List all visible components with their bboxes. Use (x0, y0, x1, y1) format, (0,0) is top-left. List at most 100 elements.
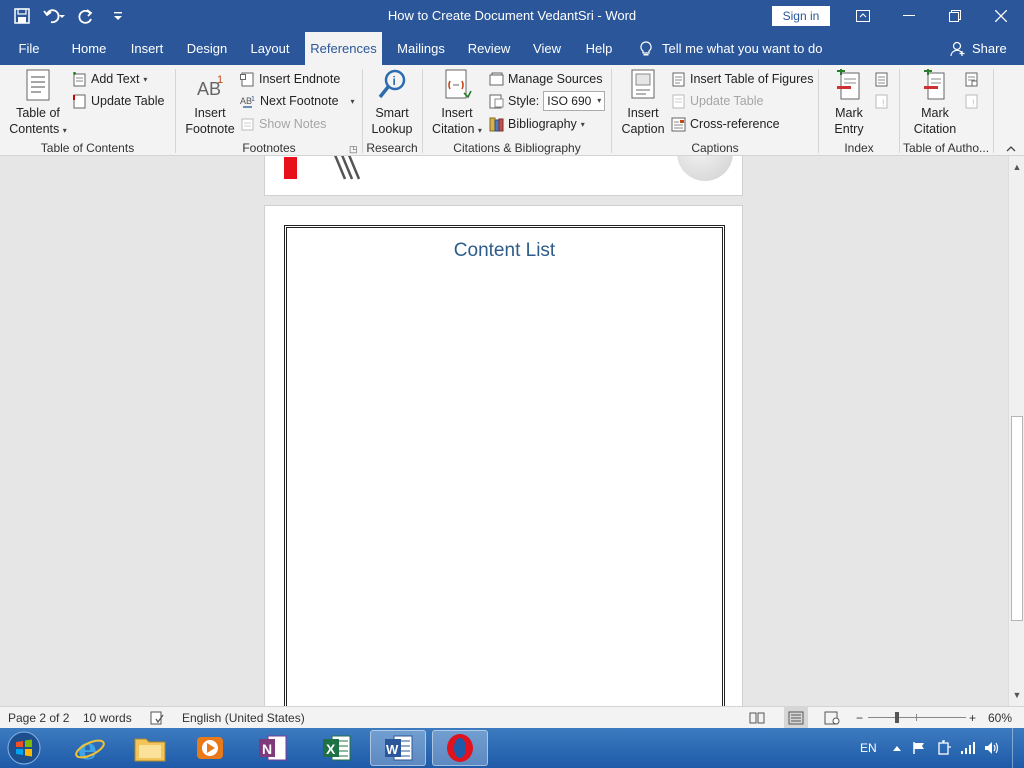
page-count[interactable]: Page 2 of 2 (8, 707, 69, 729)
citation-style-dropdown[interactable]: ISO 690 ▾ (543, 91, 606, 111)
redo-icon[interactable] (72, 2, 100, 30)
insert-endnote-button[interactable]: Insert Endnote (240, 69, 340, 89)
sign-in-button[interactable]: Sign in (772, 6, 830, 26)
collapse-ribbon-icon[interactable] (1006, 144, 1016, 155)
bibliography-button[interactable]: Bibliography ▾ (489, 114, 585, 134)
zoom-out-icon[interactable]: − (856, 707, 863, 729)
update-table-button[interactable]: Update Table (72, 91, 164, 111)
network-icon[interactable] (960, 728, 976, 768)
ribbon-display-options-icon[interactable] (840, 0, 886, 32)
page-2[interactable]: Content List (264, 205, 743, 706)
taskbar-file-explorer[interactable] (122, 730, 178, 766)
print-layout-icon[interactable] (784, 707, 808, 729)
tray-language[interactable]: EN (860, 728, 877, 768)
update-table-icon (73, 94, 86, 108)
volume-icon[interactable] (984, 728, 1000, 768)
restore-icon[interactable] (932, 0, 978, 32)
update-index-button[interactable]: ! (874, 91, 889, 111)
next-footnote-button[interactable]: AB 1 Next Footnote ▾ (240, 91, 355, 111)
scroll-up-icon[interactable]: ▲ (1009, 159, 1024, 175)
customize-icon[interactable] (104, 2, 132, 30)
ribbon-tabs: File Home Insert Design Layout Reference… (0, 32, 1024, 65)
cross-reference-label: Cross-reference (690, 117, 780, 131)
bibliography-label: Bibliography (508, 117, 577, 131)
scrollbar-thumb[interactable] (1011, 416, 1023, 621)
taskbar-opera[interactable] (432, 730, 488, 766)
cross-reference-button[interactable]: Cross-reference (671, 114, 780, 134)
tab-review[interactable]: Review (462, 32, 516, 65)
group-label-research: Research (366, 141, 418, 155)
taskbar-word[interactable]: W (370, 730, 426, 766)
insert-table-of-figures-button[interactable]: Insert Table of Figures (671, 69, 813, 89)
proofing-icon[interactable] (150, 707, 164, 729)
device-icon[interactable] (936, 728, 952, 768)
zoom-in-icon[interactable]: + (969, 707, 976, 729)
manage-sources-button[interactable]: Manage Sources (489, 69, 603, 89)
decorative-circle (677, 156, 733, 181)
insert-footnote-button[interactable]: AB 1 Insert Footnote (182, 69, 238, 137)
tab-home[interactable]: Home (64, 32, 114, 65)
person-icon (950, 41, 965, 56)
tab-mailings[interactable]: Mailings (390, 32, 452, 65)
taskbar-internet-explorer[interactable]: e (62, 730, 118, 766)
undo-icon[interactable] (40, 2, 68, 30)
chevron-down-icon: ▾ (62, 126, 67, 135)
start-button[interactable] (4, 730, 44, 766)
read-mode-icon[interactable] (749, 707, 765, 729)
update-toa-icon: ! (965, 94, 978, 108)
taskbar-onenote[interactable]: N (244, 730, 300, 766)
insert-citation-button[interactable]: Insert Citation ▾ (428, 69, 486, 139)
dialog-launcher-icon[interactable]: ◳ (349, 144, 358, 155)
content-list-heading[interactable]: Content List (287, 240, 722, 262)
tab-layout[interactable]: Layout (244, 32, 296, 65)
taskbar-excel[interactable]: X (308, 730, 364, 766)
insert-toa-button[interactable] (964, 69, 979, 89)
style-label: Style: (508, 94, 540, 108)
footnote-label-1: Insert (194, 106, 226, 120)
update-table-figures-button[interactable]: Update Table (671, 91, 763, 111)
insert-endnote-label: Insert Endnote (259, 72, 341, 86)
bibliography-icon (489, 117, 504, 131)
mark-entry-button[interactable]: Mark Entry (826, 69, 872, 137)
language-indicator[interactable]: English (United States) (182, 707, 305, 729)
show-notes-button[interactable]: Show Notes (240, 114, 326, 134)
ribbon: Table of Contents ▾ Add Text ▾ Update Tab… (0, 65, 1024, 156)
add-text-button[interactable]: Add Text ▾ (72, 69, 147, 89)
media-player-icon (197, 737, 223, 759)
zoom-slider-thumb[interactable] (895, 712, 900, 723)
mark-entry-label-2: Entry (834, 122, 864, 136)
tab-file[interactable]: File (8, 32, 50, 65)
save-icon[interactable] (8, 2, 36, 30)
show-desktop-button[interactable] (1012, 728, 1024, 768)
tab-help[interactable]: Help (578, 32, 620, 65)
action-center-flag-icon[interactable] (912, 728, 926, 768)
taskbar-media-player[interactable] (182, 730, 238, 766)
table-of-contents-button[interactable]: Table of Contents ▾ (8, 69, 68, 139)
tab-references[interactable]: References (305, 32, 382, 65)
mark-citation-button[interactable]: Mark Citation (908, 69, 962, 137)
close-icon[interactable] (978, 0, 1024, 32)
vertical-scrollbar[interactable]: ▲ ▼ (1008, 156, 1024, 706)
tab-view[interactable]: View (526, 32, 568, 65)
web-layout-icon[interactable] (824, 707, 840, 729)
minimize-icon[interactable] (886, 0, 932, 32)
update-toa-button[interactable]: ! (964, 91, 979, 111)
insert-index-button[interactable] (874, 69, 889, 89)
endnote-icon (240, 72, 254, 86)
group-label-citations: Citations & Bibliography (453, 141, 581, 155)
show-hidden-icons-icon[interactable] (892, 728, 902, 768)
mark-citation-label-1: Mark (921, 106, 949, 120)
tell-me-search[interactable]: Tell me what you want to do (640, 32, 822, 65)
tab-insert[interactable]: Insert (124, 32, 170, 65)
insert-caption-button[interactable]: Insert Caption (617, 69, 669, 137)
scroll-down-icon[interactable]: ▼ (1009, 687, 1024, 703)
zoom-slider[interactable] (868, 707, 966, 729)
add-text-icon (73, 71, 86, 86)
tab-design[interactable]: Design (180, 32, 234, 65)
word-count[interactable]: 10 words (83, 707, 132, 729)
insert-index-icon (875, 72, 888, 86)
opera-icon (447, 734, 473, 762)
zoom-level[interactable]: 60% (988, 707, 1012, 729)
share-button[interactable]: Share (950, 32, 1007, 65)
smart-lookup-button[interactable]: i Smart Lookup (366, 69, 418, 137)
